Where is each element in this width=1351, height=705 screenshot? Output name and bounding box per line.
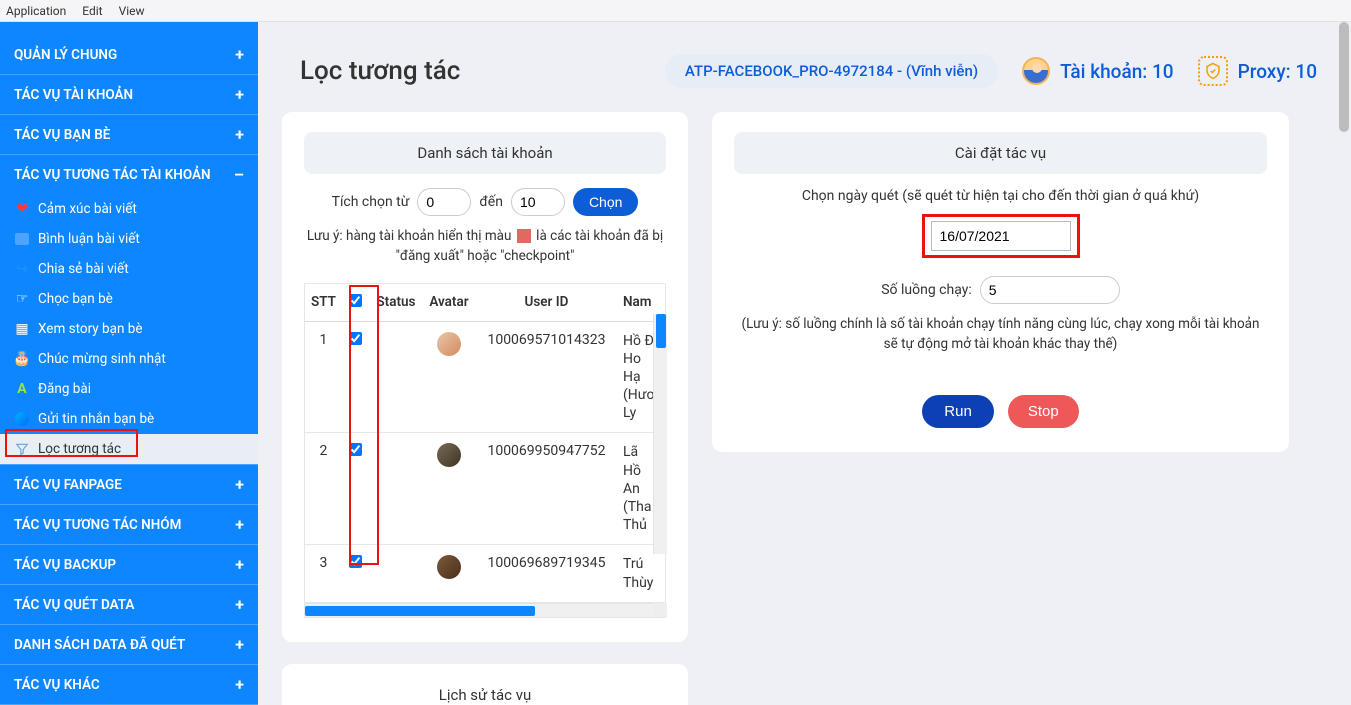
share-icon: ↪ [14, 261, 30, 277]
row-checkbox[interactable] [349, 555, 362, 568]
threads-input[interactable] [980, 276, 1120, 304]
accounts-table: STT Status Avatar User ID Nam 1 [304, 283, 666, 618]
menu-view[interactable]: View [119, 4, 145, 18]
sidebar-group-friend-tasks[interactable]: TÁC VỤ BẠN BÈ+ [0, 115, 258, 154]
col-stt: STT [305, 284, 342, 322]
stat-proxy: Proxy: 10 [1198, 56, 1317, 86]
choose-button[interactable]: Chọn [573, 188, 638, 216]
sidebar-group-scan[interactable]: TÁC VỤ QUÉT DATA+ [0, 585, 258, 624]
plus-icon: + [235, 475, 244, 494]
threads-hint: (Lưu ý: số luồng chính là số tài khoản c… [734, 314, 1267, 355]
table-row[interactable]: 1 100069571014323 Hồ Đ Ho Hạ (Hươ Ly [305, 321, 665, 433]
panel-account-list: Danh sách tài khoản Tích chọn từ đến Chọ… [282, 112, 688, 642]
minus-icon: – [234, 165, 244, 184]
messenger-icon [14, 411, 30, 427]
sidebar-group-general[interactable]: QUẢN LÝ CHUNG+ [0, 35, 258, 74]
table-scrollbar-vertical[interactable] [653, 314, 667, 554]
table-row[interactable]: 2 100069950947752 Lã Hồ An (Tha Thủ [305, 433, 665, 545]
avatar [437, 443, 461, 467]
comment-icon [14, 231, 30, 247]
col-avatar: Avatar [422, 284, 476, 322]
tick-to-input[interactable] [511, 188, 565, 216]
plus-icon: + [235, 515, 244, 534]
sidebar-group-interaction-tasks[interactable]: TÁC VỤ TƯƠNG TÁC TÀI KHOẢN– [0, 155, 258, 194]
tick-from-input[interactable] [417, 188, 471, 216]
avatar [437, 332, 461, 356]
sidebar-group-fanpage[interactable]: TÁC VỤ FANPAGE+ [0, 465, 258, 504]
poke-icon: ☞ [14, 291, 30, 307]
sidebar-item-filter-interaction[interactable]: Lọc tương tác [0, 434, 258, 464]
panel-title: Danh sách tài khoản [304, 132, 666, 174]
cake-icon: 🎂 [14, 351, 30, 367]
sidebar-item-post[interactable]: AĐăng bài [0, 374, 258, 404]
sidebar-item-comment[interactable]: Bình luận bài viết [0, 224, 258, 254]
scrollbar[interactable] [1339, 22, 1349, 705]
col-checkbox[interactable] [342, 284, 370, 322]
stop-button[interactable]: Stop [1008, 395, 1079, 428]
col-status: Status [370, 284, 422, 322]
plus-icon: + [235, 125, 244, 144]
heart-icon: ❤ [14, 201, 30, 217]
sidebar-item-poke[interactable]: ☞Chọc bạn bè [0, 284, 258, 314]
sidebar-item-share[interactable]: ↪Chia sẻ bài viết [0, 254, 258, 284]
story-icon: ▦ [14, 321, 30, 337]
page-title: Lọc tương tác [300, 56, 460, 86]
sidebar-group-group-interaction[interactable]: TÁC VỤ TƯƠNG TÁC NHÓM+ [0, 505, 258, 544]
stat-accounts: Tài khoản: 10 [1022, 57, 1174, 85]
panel-title: Cài đặt tác vụ [734, 132, 1267, 174]
red-square-icon [517, 229, 531, 243]
highlight-annotation [922, 214, 1080, 258]
tick-from-label: Tích chọn từ [332, 194, 410, 210]
scan-date-input[interactable] [931, 221, 1071, 251]
plus-icon: + [235, 635, 244, 654]
row-checkbox[interactable] [349, 332, 362, 345]
threads-label: Số luồng chạy: [881, 282, 972, 298]
sidebar-item-message[interactable]: Gửi tin nhắn bạn bè [0, 404, 258, 434]
table-row[interactable]: 3 100069689719345 Trú Thùy [305, 545, 665, 602]
sidebar: QUẢN LÝ CHUNG+ TÁC VỤ TÀI KHOẢN+ TÁC VỤ … [0, 22, 258, 705]
main-content: Lọc tương tác ATP-FACEBOOK_PRO-4972184 -… [258, 22, 1351, 705]
row-checkbox[interactable] [349, 443, 362, 456]
plus-icon: + [235, 595, 244, 614]
avatar [437, 555, 461, 579]
select-all-checkbox[interactable] [349, 294, 362, 307]
sidebar-group-scanned-data[interactable]: DANH SÁCH DATA ĐÃ QUÉT+ [0, 625, 258, 664]
titlebar: Lọc tương tác ATP-FACEBOOK_PRO-4972184 -… [282, 34, 1327, 112]
plus-icon: + [235, 555, 244, 574]
plus-icon: + [235, 85, 244, 104]
tick-to-label: đến [479, 194, 503, 210]
panel-task-settings: Cài đặt tác vụ Chọn ngày quét (sẽ quét t… [712, 112, 1289, 452]
sidebar-group-backup[interactable]: TÁC VỤ BACKUP+ [0, 545, 258, 584]
filter-icon [14, 441, 30, 457]
sidebar-group-other[interactable]: TÁC VỤ KHÁC+ [0, 665, 258, 704]
user-icon [1022, 57, 1050, 85]
panel-title: Lịch sử tác vụ [304, 686, 666, 704]
plus-icon: + [235, 45, 244, 64]
note-text: Lưu ý: hàng tài khoản hiển thị màu là cá… [304, 226, 666, 267]
plus-icon: + [235, 675, 244, 694]
sidebar-group-account-tasks[interactable]: TÁC VỤ TÀI KHOẢN+ [0, 75, 258, 114]
col-userid: User ID [476, 284, 617, 322]
sidebar-item-story[interactable]: ▦Xem story bạn bè [0, 314, 258, 344]
panel-history: Lịch sử tác vụ [282, 664, 688, 705]
menu-application[interactable]: Application [6, 4, 66, 18]
run-button[interactable]: Run [922, 395, 994, 428]
menubar: Application Edit View [0, 0, 1351, 22]
table-scrollbar-horizontal[interactable] [305, 603, 665, 617]
date-label: Chọn ngày quét (sẽ quét từ hiện tại cho … [734, 188, 1267, 204]
menu-edit[interactable]: Edit [82, 4, 102, 18]
license-badge: ATP-FACEBOOK_PRO-4972184 - (Vĩnh viễn) [665, 54, 998, 88]
shield-icon [1198, 56, 1228, 86]
sidebar-item-reaction[interactable]: ❤Cảm xúc bài viết [0, 194, 258, 224]
sidebar-item-birthday[interactable]: 🎂Chúc mừng sinh nhật [0, 344, 258, 374]
post-icon: A [14, 381, 30, 397]
